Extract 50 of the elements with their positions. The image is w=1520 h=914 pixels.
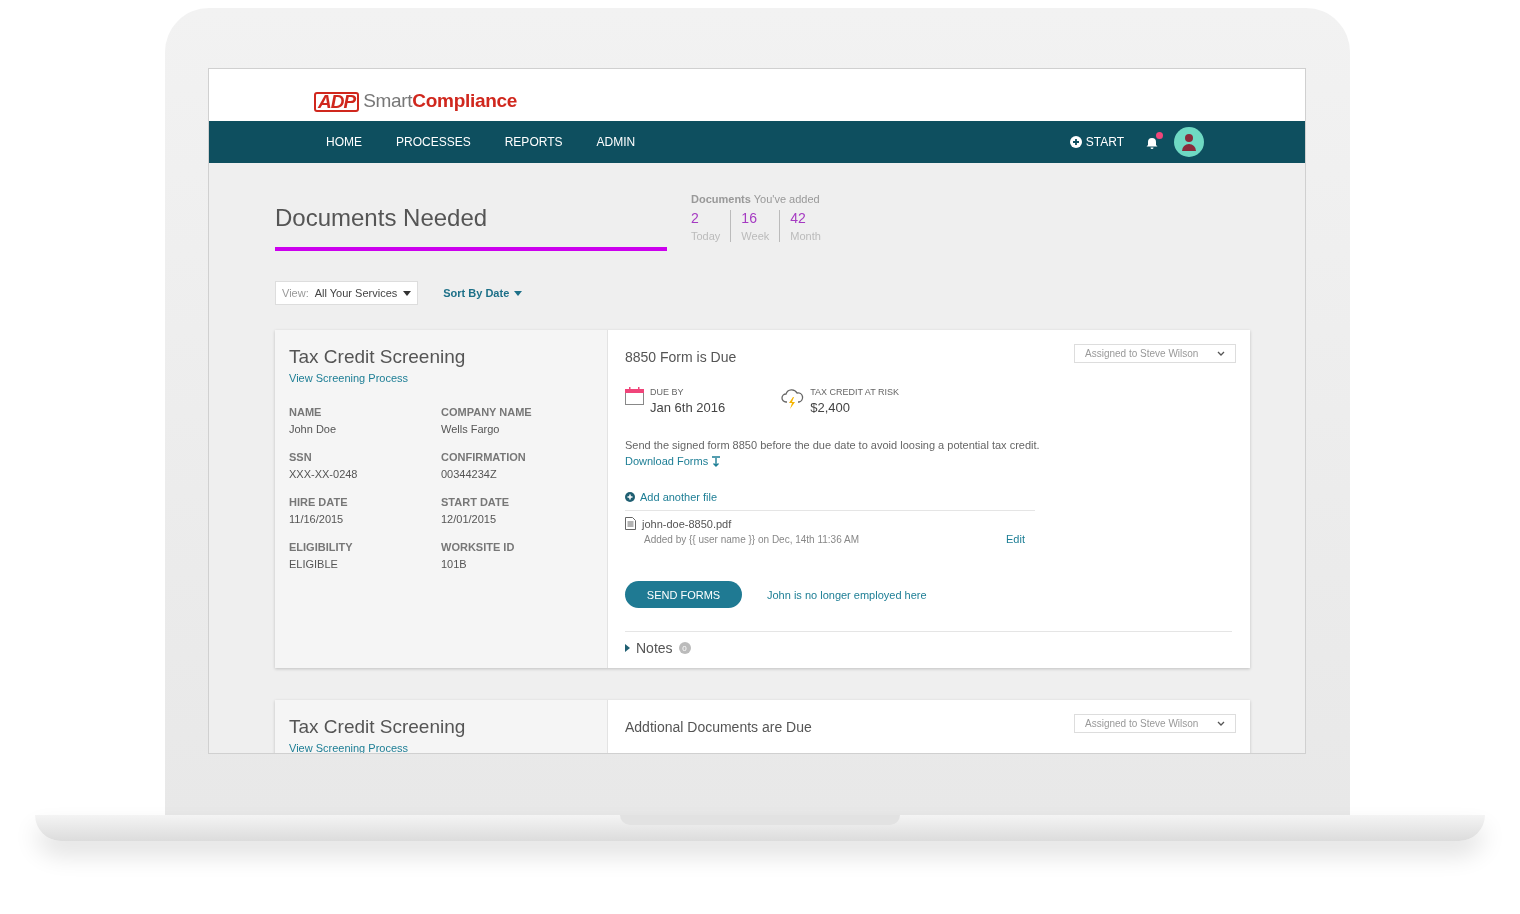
start-link[interactable]: START	[1085, 135, 1124, 149]
field-label: COMPANY NAME	[441, 406, 533, 418]
page-title: Documents Needed	[275, 203, 489, 233]
due-date: Jan 6th 2016	[650, 400, 726, 415]
send-forms-button[interactable]: SEND FORMS	[625, 581, 742, 608]
view-process-link[interactable]: View Screening Process	[289, 372, 409, 384]
field-value: 00344234Z	[441, 468, 498, 480]
assignee-dropdown[interactable]: Assigned to Steve Wilson	[1074, 344, 1236, 363]
stat-value: 2	[691, 210, 700, 226]
due-label: DUE BY	[650, 387, 685, 397]
notes-toggle[interactable]: Notes	[625, 640, 673, 656]
risk-label: TAX CREDIT AT RISK	[810, 387, 900, 397]
card-title: Tax Credit Screening	[289, 346, 467, 368]
task-title: Addtional Documents are Due	[625, 719, 812, 735]
assignee-dropdown[interactable]: Assigned to Steve Wilson	[1074, 714, 1236, 733]
field-label: WORKSITE ID	[441, 541, 516, 553]
risk-amount: $2,400	[810, 400, 851, 415]
stat-value: 42	[790, 210, 807, 226]
logo-mark: ADP	[314, 92, 360, 112]
brand-name: SmartCompliance	[363, 90, 517, 112]
task-title: 8850 Form is Due	[625, 349, 737, 365]
sort-dropdown[interactable]: Sort By Date	[443, 287, 523, 299]
view-dropdown[interactable]: View: All Your Services	[275, 281, 419, 305]
add-file-link[interactable]: Add another file	[640, 491, 718, 503]
stats-label: Documents You've added	[691, 193, 821, 205]
file-meta: Added by {{ user name }} on Dec, 14th 11:36 AM	[644, 534, 859, 545]
field-value: 101B	[441, 558, 468, 570]
field-label: CONFIRMATION	[441, 451, 527, 463]
instruction-text: Send the signed form 8850 before the due date to avoid loosing a potential tax credit.	[625, 439, 1041, 451]
field-value: John Doe	[289, 423, 338, 435]
field-label: ELIGIBILITY	[289, 541, 354, 553]
field-value: Wells Fargo	[441, 423, 501, 435]
field-label: START DATE	[441, 496, 511, 508]
file-name: john-doe-8850.pdf	[642, 517, 732, 530]
no-longer-employed-link[interactable]: John is no longer employed here	[767, 588, 927, 601]
nav-link[interactable]: HOME	[309, 135, 379, 149]
download-forms-link[interactable]: Download Forms	[625, 455, 721, 467]
field-label: SSN	[289, 451, 313, 463]
field-value: ELIGIBLE	[289, 558, 339, 570]
nav-link[interactable]: ADMIN	[579, 135, 653, 149]
stat-value: 16	[741, 210, 758, 226]
field-label: NAME	[289, 406, 323, 418]
card-title: Tax Credit Screening	[289, 716, 467, 738]
field-value: XXX-XX-0248	[289, 468, 359, 480]
field-label: HIRE DATE	[289, 496, 349, 508]
field-value: 12/01/2015	[441, 513, 498, 525]
field-value: 11/16/2015	[289, 513, 345, 525]
nav-link[interactable]: REPORTS	[487, 135, 580, 149]
nav-link[interactable]: PROCESSES	[379, 135, 488, 149]
edit-link[interactable]: Edit	[1006, 533, 1025, 545]
